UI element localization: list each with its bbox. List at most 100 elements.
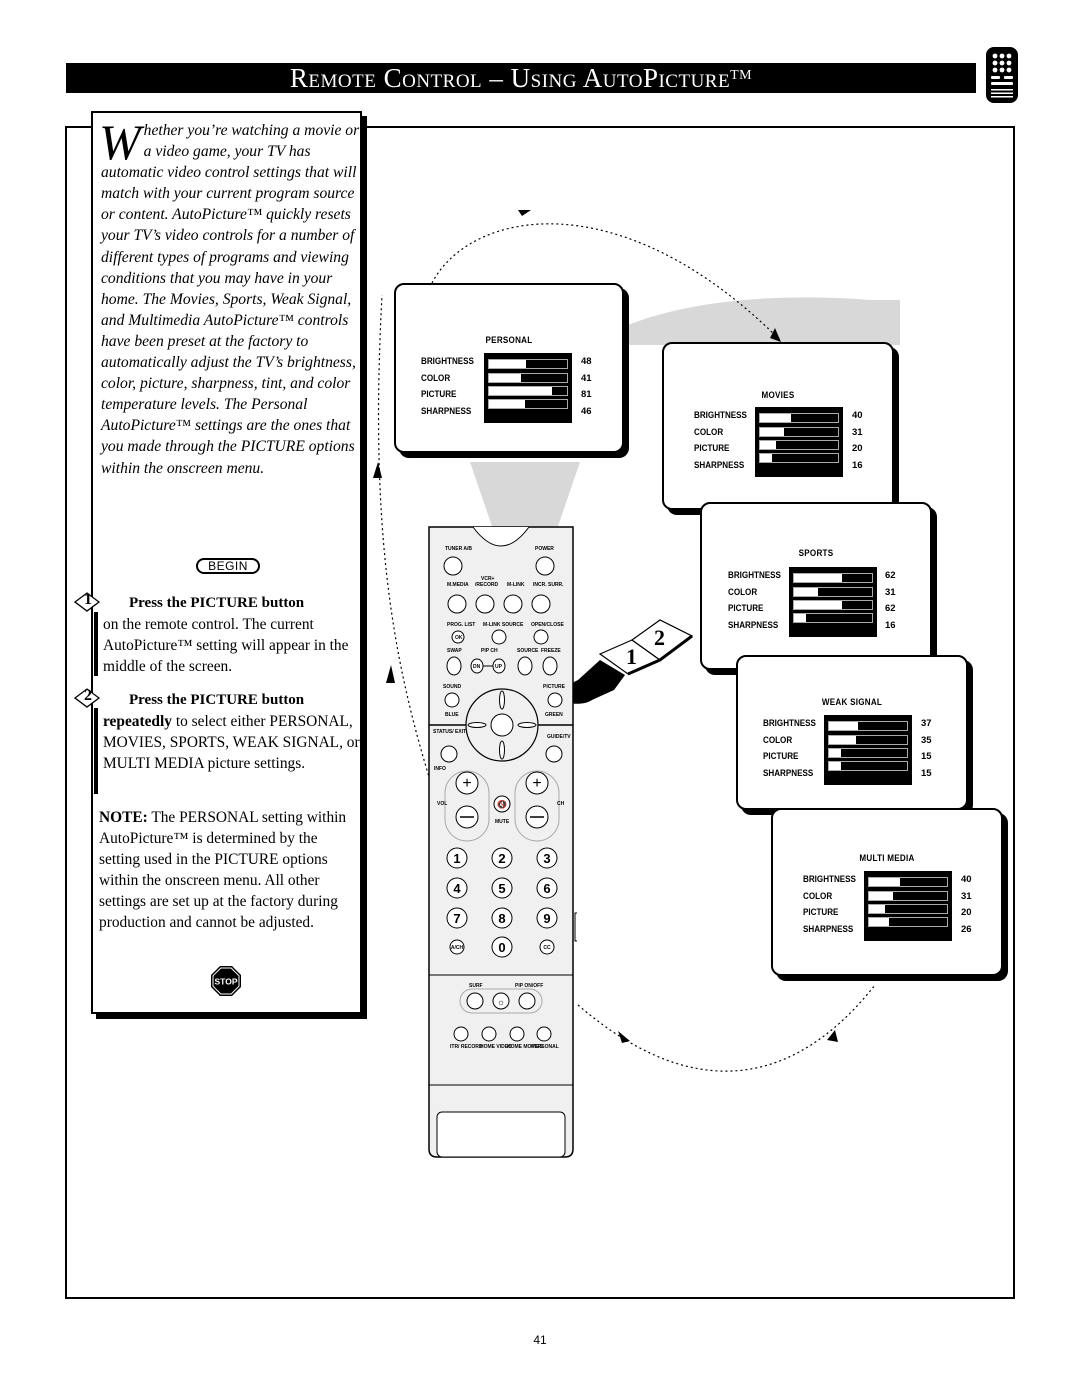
label-picture: PICTURE bbox=[421, 389, 457, 400]
label-vol: VOL bbox=[437, 801, 447, 807]
personal-button[interactable] bbox=[536, 1026, 552, 1042]
value-color: 35 bbox=[921, 734, 932, 746]
label-color: COLOR bbox=[728, 586, 758, 598]
label-tuner: TUNER A/B bbox=[445, 546, 472, 552]
incr-surr-button[interactable] bbox=[531, 594, 551, 614]
digit-7-label: 7 bbox=[453, 911, 460, 926]
note-body: The PERSONAL setting within AutoPicture™… bbox=[99, 809, 347, 931]
page-title: Remote Control – Using AutoPictureTM bbox=[66, 63, 976, 93]
source-button[interactable] bbox=[517, 656, 533, 676]
digit-2-label: 2 bbox=[498, 851, 505, 866]
level-fill bbox=[760, 414, 792, 423]
label-blue: BLUE bbox=[445, 712, 459, 718]
label-picture: PICTURE bbox=[694, 443, 730, 454]
screen-sports: SPORTS BRIGHTNESS COLOR PICTURE SHARPNES… bbox=[700, 502, 932, 670]
level-fill bbox=[829, 748, 841, 757]
nav-down-button[interactable] bbox=[499, 740, 505, 760]
screen-labels: BRIGHTNESS COLOR PICTURE SHARPNESS bbox=[803, 872, 856, 938]
label-brightness: BRIGHTNESS bbox=[728, 570, 781, 581]
level-fill bbox=[869, 904, 885, 913]
nav-right-button[interactable] bbox=[517, 722, 537, 728]
digit-4-label: 4 bbox=[453, 881, 461, 896]
itr-record-button[interactable] bbox=[453, 1026, 469, 1042]
screen-bars bbox=[824, 715, 912, 785]
mlink-source-button[interactable] bbox=[491, 629, 507, 645]
label-freeze: FREEZE bbox=[541, 648, 561, 654]
home-video-button[interactable] bbox=[481, 1026, 497, 1042]
nav-center-button[interactable] bbox=[490, 713, 514, 737]
label-color: COLOR bbox=[694, 426, 724, 438]
label-color: COLOR bbox=[763, 734, 793, 746]
label-sharpness: SHARPNESS bbox=[803, 923, 854, 935]
level-fill bbox=[829, 762, 841, 771]
mlink-button[interactable] bbox=[503, 594, 523, 614]
screen-bars bbox=[789, 567, 877, 637]
value-picture: 20 bbox=[961, 907, 972, 918]
value-sharpness: 16 bbox=[885, 619, 896, 631]
pip-onoff-button[interactable] bbox=[518, 992, 536, 1010]
swap-button[interactable] bbox=[446, 656, 462, 676]
surf-button[interactable] bbox=[466, 992, 484, 1010]
tuner-button[interactable] bbox=[443, 556, 463, 576]
nav-left-button[interactable] bbox=[467, 722, 487, 728]
remote-control-icon bbox=[986, 47, 1018, 103]
value-sharpness: 26 bbox=[961, 923, 972, 935]
home-movies-button[interactable] bbox=[509, 1026, 525, 1042]
screen-bars bbox=[755, 407, 843, 477]
label-open-close: OPEN/CLOSE bbox=[531, 622, 564, 628]
level-bar-brightness bbox=[488, 359, 568, 370]
value-color: 31 bbox=[885, 586, 896, 598]
mute-icon: 🔇 bbox=[497, 799, 507, 809]
value-brightness: 40 bbox=[961, 874, 972, 885]
plus-icon: + bbox=[532, 775, 541, 792]
nav-up-button[interactable] bbox=[499, 690, 505, 710]
label-prog-list: PROG. LIST bbox=[447, 622, 475, 628]
picture-button[interactable] bbox=[547, 692, 563, 708]
value-picture: 62 bbox=[885, 603, 896, 614]
freeze-button[interactable] bbox=[542, 656, 558, 676]
page-number: 41 bbox=[533, 1333, 547, 1347]
value-color: 31 bbox=[961, 890, 972, 902]
level-bar-picture bbox=[488, 385, 568, 396]
intro-text: hether you’re watching a movie or a vide… bbox=[101, 122, 360, 477]
step-2-rule bbox=[94, 708, 98, 794]
level-bar-brightness bbox=[868, 877, 948, 888]
level-bar-picture bbox=[759, 439, 839, 450]
power-button[interactable] bbox=[535, 556, 555, 576]
label-up: UP bbox=[495, 664, 503, 670]
level-bar-sharpness bbox=[828, 761, 908, 772]
label-source: SOURCE bbox=[517, 648, 539, 654]
label-sharpness: SHARPNESS bbox=[728, 619, 779, 631]
screen-title: MOVIES bbox=[761, 390, 795, 401]
label-ok: OK bbox=[455, 635, 463, 641]
page-title-text: Remote Control – Using AutoPicture bbox=[289, 63, 731, 93]
status-exit-button[interactable] bbox=[440, 745, 458, 763]
screen-multi-media: MULTI MEDIA BRIGHTNESS COLOR PICTURE SHA… bbox=[771, 808, 1003, 976]
step-2-text: Press the PICTURE button repeatedly to s… bbox=[103, 689, 361, 774]
level-fill bbox=[794, 600, 843, 609]
screen-title: WEAK SIGNAL bbox=[821, 697, 883, 708]
level-bar-picture bbox=[868, 903, 948, 914]
label-status-exit: STATUS/ EXIT bbox=[433, 729, 466, 735]
label-itr-record: ITR/ RECORD bbox=[450, 1044, 483, 1050]
value-sharpness: 46 bbox=[581, 405, 592, 417]
value-color: 31 bbox=[852, 426, 863, 438]
light-icon: ☼ bbox=[497, 997, 505, 1007]
level-fill bbox=[794, 574, 843, 583]
mmedia-button[interactable] bbox=[447, 594, 467, 614]
guide-tv-button[interactable] bbox=[545, 745, 563, 763]
level-fill bbox=[489, 386, 553, 395]
open-close-button[interactable] bbox=[533, 629, 549, 645]
vcr-record-button[interactable] bbox=[475, 594, 495, 614]
screen-labels: BRIGHTNESS COLOR PICTURE SHARPNESS bbox=[763, 716, 816, 782]
label-pip-ch: PIP CH bbox=[481, 648, 498, 654]
screen-values: 40 31 20 16 bbox=[852, 408, 863, 474]
value-brightness: 37 bbox=[921, 718, 932, 729]
value-picture: 81 bbox=[581, 389, 592, 400]
step-1-body: on the remote control. The current AutoP… bbox=[103, 616, 349, 675]
stop-label: STOP bbox=[215, 977, 238, 987]
label-green: GREEN bbox=[545, 712, 563, 718]
screen-labels: BRIGHTNESS COLOR PICTURE SHARPNESS bbox=[728, 568, 781, 634]
label-brightness: BRIGHTNESS bbox=[763, 718, 816, 729]
sound-button[interactable] bbox=[444, 692, 460, 708]
